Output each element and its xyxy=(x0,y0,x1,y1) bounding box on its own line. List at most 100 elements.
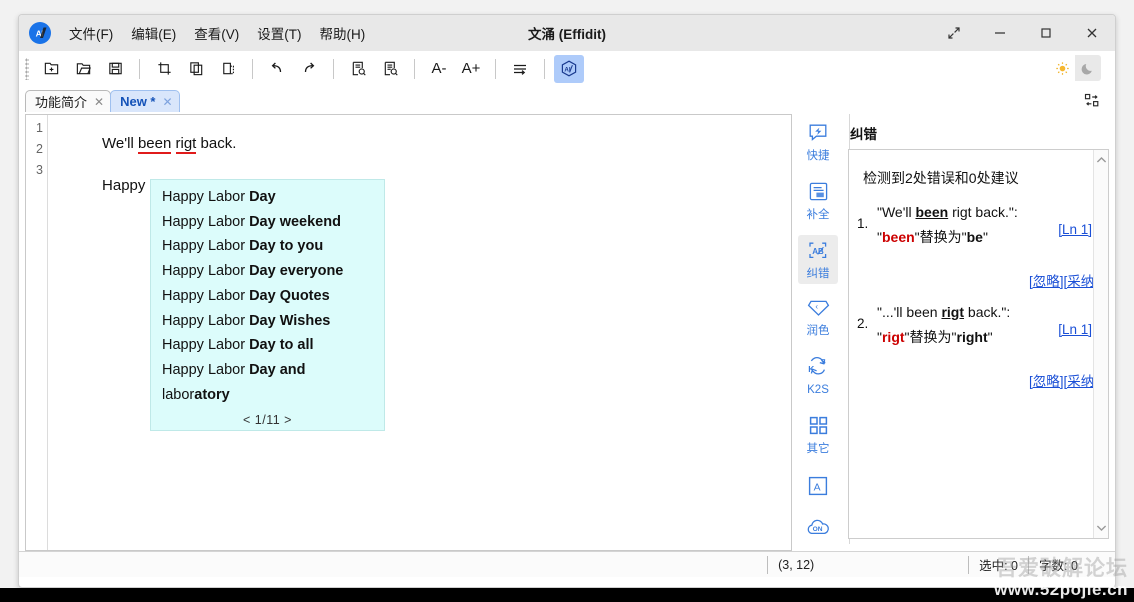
minimize-button[interactable] xyxy=(977,15,1023,51)
error-word-rigt[interactable]: rigt xyxy=(175,135,197,154)
copy-icon[interactable] xyxy=(181,55,211,83)
ac-prefix: Happy Labor xyxy=(162,213,250,230)
ac-prefix: Happy Labor xyxy=(162,287,250,304)
save-icon[interactable] xyxy=(100,55,130,83)
text-segment xyxy=(171,135,175,152)
theme-toggle[interactable] xyxy=(1049,55,1101,81)
svg-text:ON: ON xyxy=(813,526,823,533)
autocomplete-item[interactable]: Happy Labor Day everyone xyxy=(151,259,384,284)
text-editor[interactable]: 1 2 3 We'll been rigt back. Happy labor … xyxy=(26,115,791,550)
rail-label: 润色 xyxy=(806,325,830,338)
cloud-on-icon[interactable]: ON xyxy=(798,512,838,544)
ac-prefix: Happy Labor xyxy=(162,361,250,378)
app-window: AI 文件(F) 编辑(E) 查看(V) 设置(T) 帮助(H) 文涌 (Eff… xyxy=(18,14,1116,588)
tab-intro[interactable]: 功能简介 ✕ xyxy=(25,90,112,112)
ac-suffix: Day to all xyxy=(249,337,314,354)
fix-good-word: be xyxy=(966,229,983,245)
ai-assist-icon[interactable]: AI xyxy=(554,54,584,83)
new-file-icon[interactable] xyxy=(36,55,66,83)
scroll-up-icon[interactable] xyxy=(1094,152,1108,168)
autocomplete-item[interactable]: laboratory xyxy=(151,383,384,408)
light-theme-button[interactable] xyxy=(1049,55,1075,81)
line-number: 2 xyxy=(36,142,43,156)
correction-item: 1. "We'll been rigt back.": "been"替换为"be… xyxy=(849,192,1108,292)
scroll-down-icon[interactable] xyxy=(1094,520,1108,536)
rail-label: 补全 xyxy=(806,208,830,221)
ac-suffix: Day everyone xyxy=(249,263,344,280)
tab-strip: 功能简介 ✕ New * ✕ xyxy=(19,87,1115,112)
text-segment: back. xyxy=(196,135,237,152)
correction-actions: [忽略][采纳] xyxy=(1029,270,1098,290)
line-spacing-icon[interactable] xyxy=(505,55,535,83)
menu-settings[interactable]: 设置(T) xyxy=(249,19,309,47)
rail-item-shortcut[interactable]: 快捷 xyxy=(798,118,838,167)
rail-item-k2s[interactable]: K S K2S xyxy=(798,351,838,401)
error-word-been[interactable]: been xyxy=(137,135,172,154)
redo-icon[interactable] xyxy=(294,55,324,83)
ignore-link[interactable]: [忽略] xyxy=(1029,274,1064,289)
correction-scrollbar[interactable] xyxy=(1093,150,1108,538)
rail-item-correct[interactable]: A B 纠错 xyxy=(798,234,838,285)
cut-icon[interactable] xyxy=(149,55,179,83)
menu-file[interactable]: 文件(F) xyxy=(61,19,121,47)
line-number: 3 xyxy=(36,163,43,177)
goto-line-link[interactable]: [Ln 1] xyxy=(1058,322,1092,337)
close-icon[interactable]: ✕ xyxy=(162,96,172,108)
undo-icon[interactable] xyxy=(262,55,292,83)
increase-font-icon[interactable]: A+ xyxy=(456,55,486,83)
goto-line-link[interactable]: [Ln 1] xyxy=(1058,222,1092,237)
open-folder-icon[interactable] xyxy=(68,55,98,83)
rail-item-polish[interactable]: ‹ 润色 xyxy=(798,293,838,342)
document-complete-icon xyxy=(808,181,829,207)
maximize-button[interactable] xyxy=(1023,15,1069,51)
find-icon[interactable] xyxy=(343,55,373,83)
menu-help[interactable]: 帮助(H) xyxy=(312,19,374,47)
ac-suffix: Day to you xyxy=(249,238,324,255)
fix-middle-text: "替换为" xyxy=(904,329,957,345)
autocomplete-item[interactable]: Happy Labor Day weekend xyxy=(151,210,384,235)
rail-item-other[interactable]: 其它 xyxy=(798,410,838,460)
app-logo-icon: AI xyxy=(29,22,51,44)
correction-index: 1. xyxy=(857,216,869,231)
ignore-link[interactable]: [忽略] xyxy=(1029,374,1064,389)
autocomplete-popup[interactable]: Happy Labor Day Happy Labor Day weekend … xyxy=(150,179,385,432)
quote-pre: "...'ll been xyxy=(877,304,942,320)
toolbar-separator xyxy=(252,58,253,79)
ac-prefix: Happy Labor xyxy=(162,312,250,329)
toolbar: A- A+ AI xyxy=(19,51,1115,87)
autocomplete-item[interactable]: Happy Labor Day to all xyxy=(151,333,384,358)
autocomplete-pager[interactable]: < 1/11 > xyxy=(151,413,384,427)
editor-container[interactable]: 1 2 3 We'll been rigt back. Happy labor … xyxy=(25,114,792,551)
close-button[interactable] xyxy=(1069,15,1115,51)
toolbar-separator xyxy=(414,58,415,79)
paste-icon[interactable] xyxy=(213,55,243,83)
autocomplete-item[interactable]: Happy Labor Day and xyxy=(151,358,384,383)
decrease-font-icon[interactable]: A- xyxy=(424,55,454,83)
decrease-font-label: A- xyxy=(431,60,447,77)
replace-icon[interactable] xyxy=(375,55,405,83)
ac-suffix: Day Wishes xyxy=(249,312,331,329)
correction-suggestion: "been"替换为"be" xyxy=(877,226,1027,248)
toolbar-grip[interactable] xyxy=(25,57,29,80)
ac-prefix: Happy Labor xyxy=(162,337,250,354)
dark-theme-button[interactable] xyxy=(1075,55,1101,81)
menu-view[interactable]: 查看(V) xyxy=(186,19,247,47)
ac-prefix: Happy Labor xyxy=(162,263,250,280)
expand-window-button[interactable] xyxy=(931,15,977,51)
menu-edit[interactable]: 编辑(E) xyxy=(123,19,184,47)
close-icon[interactable]: ✕ xyxy=(94,96,104,108)
autocomplete-item[interactable]: Happy Labor Day to you xyxy=(151,234,384,259)
tab-new[interactable]: New * ✕ xyxy=(110,90,180,112)
k2s-icon: K S xyxy=(806,356,830,382)
rail-item-complete[interactable]: 补全 xyxy=(798,176,838,226)
grid-four-icon xyxy=(808,415,829,441)
svg-text:‹: ‹ xyxy=(815,302,818,311)
menu-file-label: 文件(F) xyxy=(69,27,114,42)
menu-bar: 文件(F) 编辑(E) 查看(V) 设置(T) 帮助(H) xyxy=(61,19,373,47)
letter-a-box-icon[interactable]: A xyxy=(798,469,838,503)
autocomplete-item[interactable]: Happy Labor Day xyxy=(151,185,384,210)
tab-intro-label: 功能简介 xyxy=(35,95,88,110)
autocomplete-item[interactable]: Happy Labor Day Wishes xyxy=(151,309,384,334)
swap-panels-icon[interactable] xyxy=(1081,90,1103,110)
autocomplete-item[interactable]: Happy Labor Day Quotes xyxy=(151,284,384,309)
